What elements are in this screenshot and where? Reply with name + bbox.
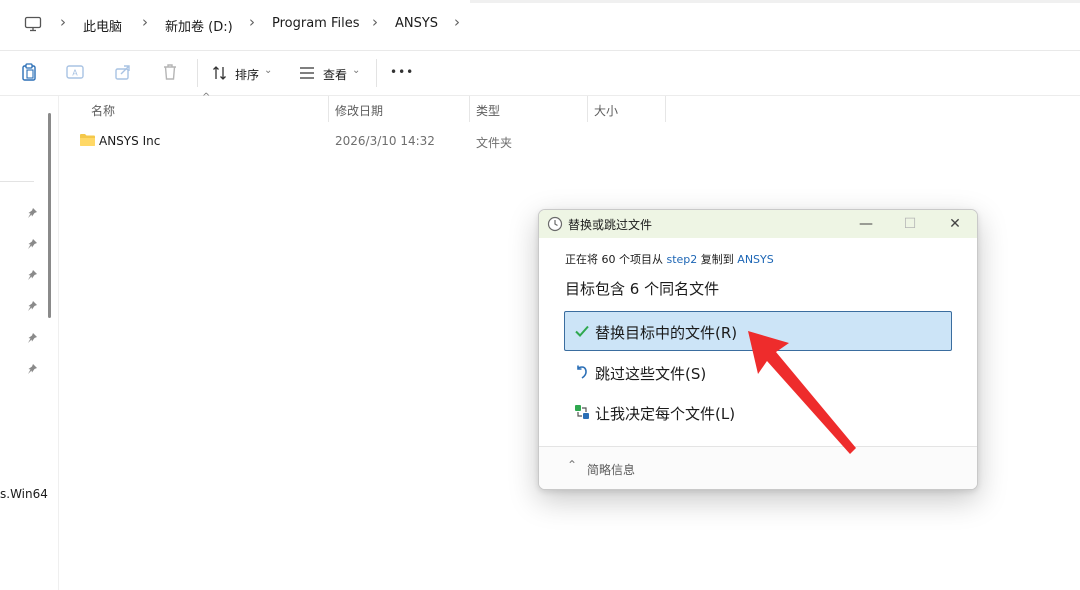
pane-divider[interactable]: [58, 96, 59, 590]
nav-divider: [0, 181, 34, 182]
sort-icon: [213, 66, 226, 80]
chevron-right-icon[interactable]: ›: [454, 13, 460, 31]
column-header-name[interactable]: 名称: [91, 102, 115, 119]
view-icon: [300, 67, 314, 79]
copy-info: 正在将 60 个项目从 step2 复制到 ANSYS: [565, 251, 774, 267]
sort-label: 排序: [235, 68, 260, 82]
fewer-details-button[interactable]: 简略信息: [587, 461, 635, 478]
column-separator[interactable]: [328, 96, 329, 122]
sort-ascending-icon: ^: [202, 92, 211, 103]
nav-item-win64[interactable]: s.Win64: [0, 487, 48, 501]
delete-icon[interactable]: [159, 61, 181, 83]
column-header-size[interactable]: 大小: [594, 102, 618, 119]
copy-info-middle: 复制到: [700, 253, 734, 266]
close-button[interactable]: ✕: [940, 213, 970, 235]
decide-icon: [575, 405, 589, 419]
view-label: 查看: [323, 68, 348, 82]
skip-undo-icon: [577, 365, 587, 379]
breadcrumb-program-files[interactable]: Program Files: [272, 16, 360, 31]
column-header-modified[interactable]: 修改日期: [335, 102, 383, 119]
file-modified: 2026/3/10 14:32: [335, 134, 435, 148]
source-folder-link[interactable]: step2: [667, 253, 698, 266]
chevron-down-icon: ⌄: [352, 65, 361, 76]
clock-icon: [547, 216, 563, 232]
chevron-down-icon: ⌄: [264, 65, 273, 76]
column-separator[interactable]: [587, 96, 588, 122]
conflict-heading: 目标包含 6 个同名文件: [565, 280, 720, 298]
tab-strip-edge: [470, 0, 1080, 3]
sort-button[interactable]: 排序 ⌄: [210, 51, 280, 95]
chevron-up-icon[interactable]: ⌃: [567, 458, 577, 472]
pin-icon: [28, 270, 37, 280]
svg-text:A: A: [72, 69, 78, 78]
column-separator[interactable]: [665, 96, 666, 122]
check-icon: [575, 325, 589, 337]
minimize-button[interactable]: —: [851, 213, 881, 235]
chevron-right-icon[interactable]: ›: [60, 13, 66, 31]
computer-icon[interactable]: [24, 16, 42, 32]
maximize-button[interactable]: ☐: [895, 213, 925, 235]
toolbar-separator: [376, 59, 377, 87]
view-button[interactable]: 查看 ⌄: [297, 51, 367, 95]
chevron-right-icon[interactable]: ›: [372, 13, 378, 31]
pin-icon: [28, 364, 37, 374]
share-icon[interactable]: [112, 61, 134, 83]
nav-scrollbar[interactable]: [48, 113, 51, 318]
paste-icon[interactable]: [18, 61, 40, 83]
dialog-title: 替换或跳过文件: [568, 218, 653, 232]
file-type: 文件夹: [476, 136, 513, 150]
skip-files-label: 跳过这些文件(S): [595, 365, 707, 383]
target-folder-link[interactable]: ANSYS: [737, 253, 773, 266]
chevron-right-icon[interactable]: ›: [142, 13, 148, 31]
rename-icon[interactable]: A: [64, 61, 86, 83]
chevron-right-icon[interactable]: ›: [249, 13, 255, 31]
column-header-type[interactable]: 类型: [476, 102, 500, 119]
pin-icon: [28, 333, 37, 343]
pin-icon: [28, 301, 37, 311]
address-bar: › 此电脑 › 新加卷 (D:) › Program Files › ANSYS…: [0, 0, 1080, 51]
replace-files-label: 替换目标中的文件(R): [595, 324, 738, 342]
breadcrumb-this-pc[interactable]: 此电脑: [83, 16, 122, 35]
annotation-arrow-icon: [748, 331, 856, 454]
folder-icon: [80, 134, 95, 146]
column-separator[interactable]: [469, 96, 470, 122]
toolbar-separator: [197, 59, 198, 87]
pin-icon: [28, 239, 37, 249]
more-options-icon[interactable]: •••: [390, 65, 414, 79]
pin-icon: [28, 208, 37, 218]
decide-each-file-label: 让我决定每个文件(L): [595, 405, 736, 423]
copy-info-prefix: 正在将 60 个项目从: [565, 253, 663, 266]
breadcrumb-drive-d[interactable]: 新加卷 (D:): [165, 16, 233, 35]
breadcrumb-ansys[interactable]: ANSYS: [395, 16, 438, 31]
file-row[interactable]: ANSYS Inc 2026/3/10 14:32 文件夹: [72, 128, 552, 154]
command-bar: A 排序 ⌄ 查看 ⌄ •••: [0, 51, 1080, 96]
file-name: ANSYS Inc: [99, 134, 161, 148]
